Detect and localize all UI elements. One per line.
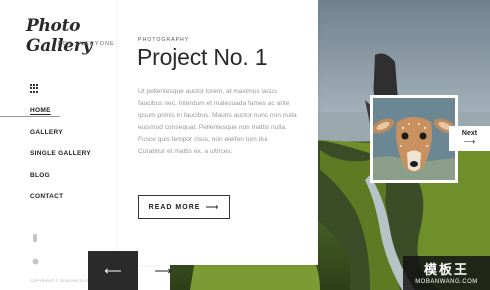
arrow-right-icon: ⟶ <box>463 137 476 146</box>
page-title: Project No. 1 <box>137 44 268 70</box>
arrow-right-icon: ⟶ <box>154 263 172 278</box>
arrow-left-icon: ⟵ <box>104 263 122 278</box>
main-nav: HOME GALLERY SINGLE GALLERY BLOG CONTACT <box>30 107 91 215</box>
nav-item-home[interactable]: HOME <box>30 107 91 129</box>
nav-item-single-gallery[interactable]: SINGLE GALLERY <box>30 150 91 172</box>
grid-icon[interactable] <box>30 84 39 93</box>
watermark-url: MOBANWANG.COM <box>415 279 478 285</box>
next-slide-button[interactable]: ⟶ <box>150 251 176 290</box>
prev-slide-button[interactable]: ⟵ <box>88 251 138 290</box>
project-description: Ut pellentesque auctor lorem, at maximus… <box>138 88 297 156</box>
social-icon[interactable] <box>32 234 38 244</box>
watermark-text: 模板王 <box>423 263 469 278</box>
next-project-thumbnail[interactable] <box>370 95 458 183</box>
project-category: PHOTOGRAPHY <box>138 37 190 43</box>
next-label: Next <box>461 130 478 137</box>
nav-item-contact[interactable]: CONTACT <box>30 193 91 215</box>
nav-item-blog[interactable]: BLOG <box>30 172 91 194</box>
logo-tagline: FOR EVERYONE <box>58 41 115 47</box>
nav-item-gallery[interactable]: GALLERY <box>30 129 91 151</box>
read-more-label: READ MORE <box>148 203 201 211</box>
social-icon[interactable] <box>32 258 39 267</box>
logo[interactable]: Photo Gallery <box>26 16 130 56</box>
sidebar: Photo Gallery FOR EVERYONE HOME GALLERY … <box>0 0 130 290</box>
arrow-right-icon: ⟶ <box>205 201 220 212</box>
next-project-button[interactable]: Next ⟶ <box>449 126 490 151</box>
project-panel: PHOTOGRAPHY Project No. 1 Ut pellentesqu… <box>118 0 318 265</box>
watermark-logo: 模板王 MOBANWANG.COM <box>403 256 490 290</box>
read-more-button[interactable]: READ MORE ⟶ <box>138 195 230 219</box>
